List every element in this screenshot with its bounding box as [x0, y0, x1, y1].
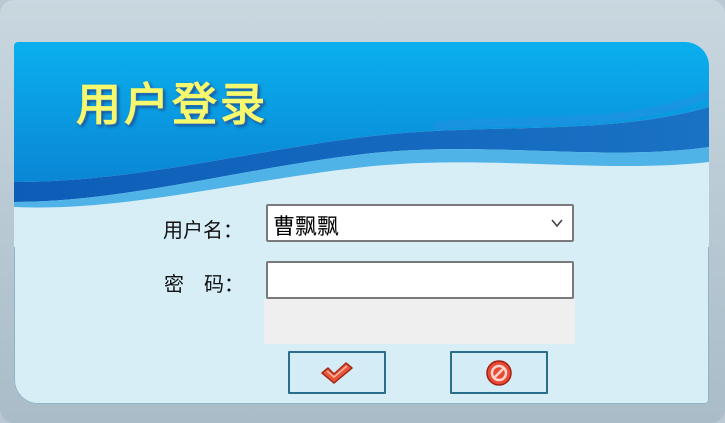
username-label: 用户名： [163, 218, 243, 242]
login-window: 用户登录 用户名： 曹飘飘 密 码： [0, 0, 725, 423]
password-field[interactable] [266, 261, 574, 299]
username-select[interactable]: 曹飘飘 [266, 204, 574, 242]
chevron-down-icon[interactable] [550, 216, 564, 230]
no-entry-icon [486, 359, 512, 386]
check-icon [321, 361, 353, 384]
login-panel: 用户登录 用户名： 曹飘飘 密 码： [14, 42, 709, 404]
dialog-title: 用户登录 [76, 78, 269, 131]
cancel-button[interactable] [450, 351, 548, 394]
confirm-button[interactable] [288, 351, 386, 394]
blank-area [264, 299, 575, 344]
password-label: 密 码： [164, 272, 244, 296]
username-value: 曹飘飘 [273, 215, 340, 240]
